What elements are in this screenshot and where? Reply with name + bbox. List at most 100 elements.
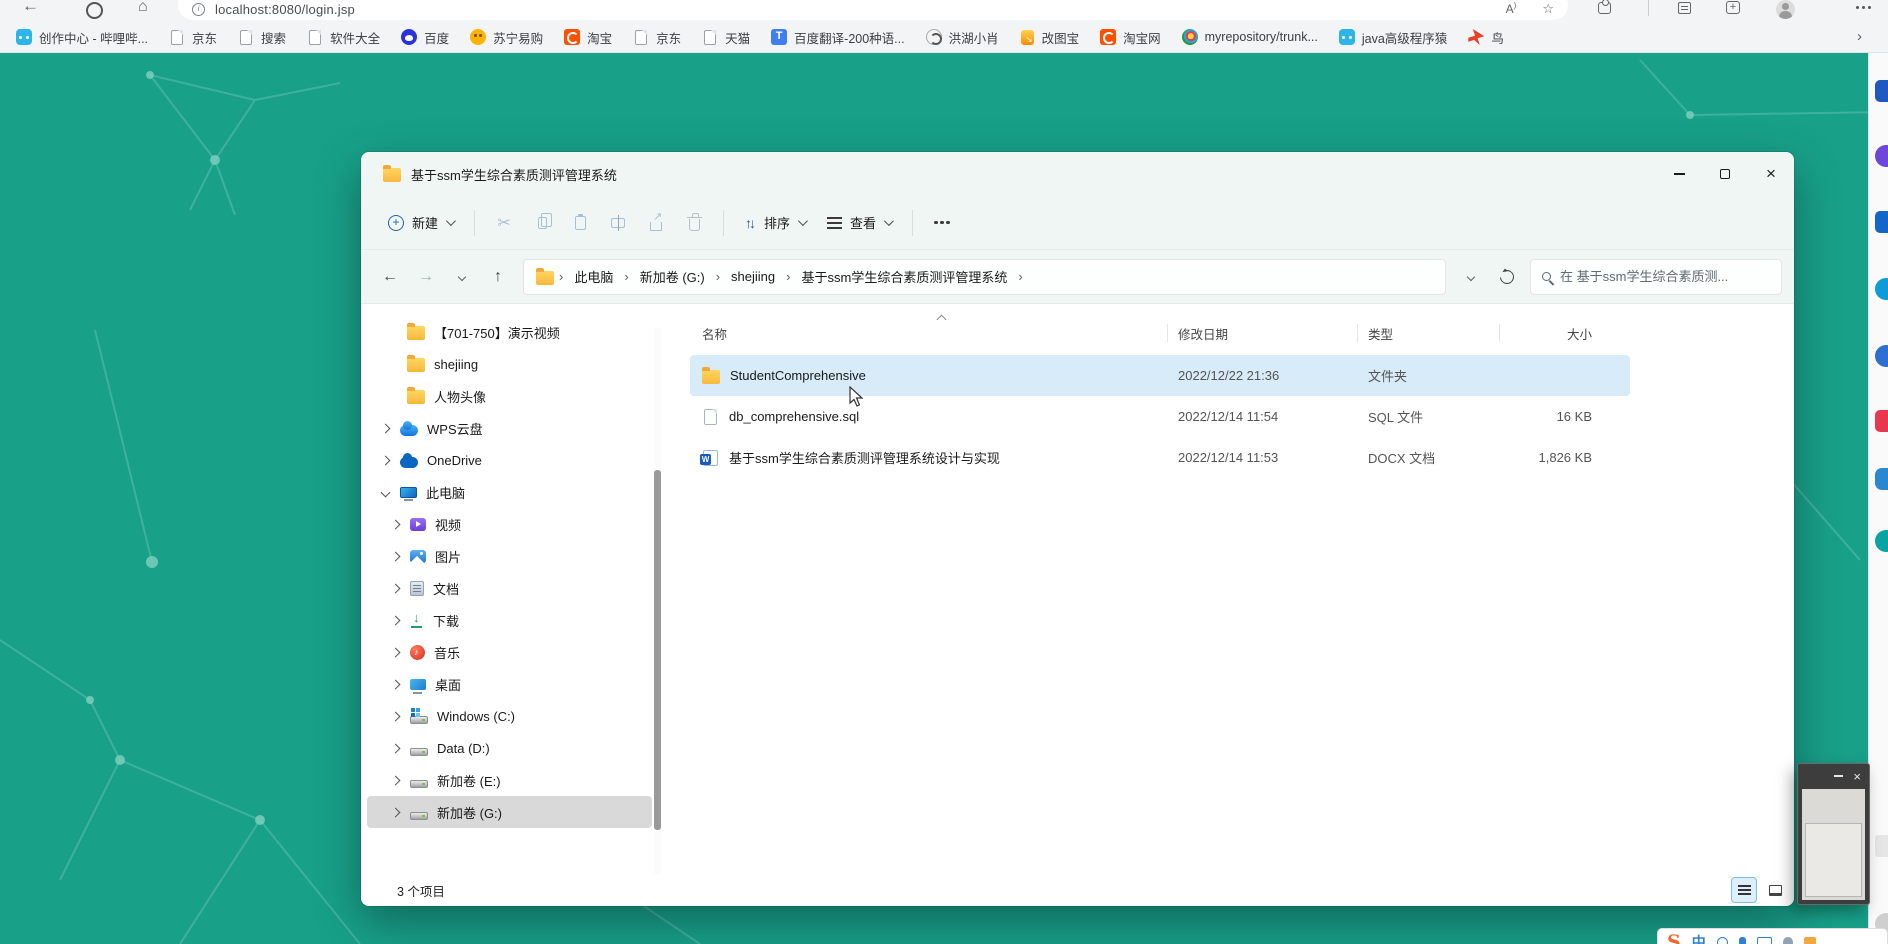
- breadcrumb-chevron[interactable]: ›: [1016, 269, 1024, 284]
- sidebar-item[interactable]: 图片: [367, 540, 652, 572]
- profile-avatar[interactable]: [1776, 0, 1795, 19]
- scrollbar-thumb[interactable]: [654, 470, 661, 830]
- sidebar-item[interactable]: Windows (C:): [367, 700, 652, 732]
- nav-history-chevron[interactable]: [445, 261, 479, 293]
- bookmark-item[interactable]: 洪湖小肖: [925, 28, 999, 47]
- breadcrumb-item[interactable]: 此电脑: [568, 263, 619, 290]
- browser-home-icon[interactable]: ⌂: [138, 0, 148, 16]
- expand-chevron-icon[interactable]: [379, 457, 391, 464]
- details-view-button[interactable]: [1731, 877, 1757, 903]
- ime-mic-icon[interactable]: [1738, 937, 1746, 944]
- side-rail-app-icon[interactable]: [1875, 410, 1888, 432]
- view-button[interactable]: 查看: [816, 205, 902, 240]
- side-rail-app-icon[interactable]: [1875, 345, 1888, 367]
- side-rail-app-icon[interactable]: [1875, 468, 1888, 490]
- expand-chevron-icon[interactable]: [389, 649, 401, 656]
- bookmark-item[interactable]: 淘宝: [564, 28, 612, 47]
- column-header-type[interactable]: 类型: [1358, 316, 1500, 350]
- expand-chevron-icon[interactable]: [389, 681, 401, 688]
- cut-button[interactable]: ✂: [485, 205, 523, 241]
- side-rail-app-icon[interactable]: [1875, 80, 1888, 102]
- ime-lang-mode[interactable]: 中: [1692, 932, 1706, 944]
- sidebar-scrollbar[interactable]: [654, 328, 661, 888]
- bookmark-item[interactable]: 京东: [633, 28, 681, 47]
- more-options-button[interactable]: [923, 205, 961, 241]
- expand-chevron-icon[interactable]: [389, 713, 401, 720]
- bookmark-item[interactable]: 天猫: [702, 28, 750, 47]
- sidebar-item[interactable]: 新加卷 (G:): [367, 796, 652, 828]
- minimize-button[interactable]: [1656, 152, 1702, 196]
- favorite-star-icon[interactable]: ☆: [1542, 1, 1554, 17]
- ime-keyboard-icon[interactable]: [1756, 937, 1772, 944]
- browser-back-icon[interactable]: ←: [22, 0, 39, 16]
- rename-button[interactable]: [599, 205, 637, 241]
- sidebar-item[interactable]: OneDrive: [367, 444, 652, 476]
- expand-chevron-icon[interactable]: [389, 521, 401, 528]
- nav-up-button[interactable]: ↑: [481, 261, 515, 293]
- sidebar-item[interactable]: 新加卷 (E:): [367, 764, 652, 796]
- sidebar-item[interactable]: 此电脑: [367, 476, 652, 508]
- ime-emoji-icon[interactable]: [1716, 936, 1728, 944]
- bookmarks-overflow-chevron[interactable]: ›: [1857, 28, 1862, 45]
- sidebar-item[interactable]: 人物头像: [367, 380, 652, 412]
- sidebar-item[interactable]: 文档: [367, 572, 652, 604]
- nav-forward-button[interactable]: →: [409, 261, 443, 293]
- breadcrumb-item[interactable]: shejiing: [725, 265, 781, 288]
- sidebar-item[interactable]: Data (D:): [367, 732, 652, 764]
- site-info-icon[interactable]: i: [192, 2, 205, 16]
- side-rail-app-icon[interactable]: [1875, 530, 1888, 552]
- paste-button[interactable]: [561, 205, 599, 241]
- address-dropdown-button[interactable]: [1454, 261, 1488, 293]
- column-header-size[interactable]: 大小: [1500, 316, 1600, 350]
- delete-button[interactable]: [675, 205, 713, 241]
- column-header-date[interactable]: 修改日期: [1168, 316, 1358, 350]
- side-rail-app-icon[interactable]: [1875, 278, 1888, 300]
- breadcrumb-item[interactable]: 基于ssm学生综合素质测评管理系统: [795, 263, 1013, 290]
- breadcrumb[interactable]: › 此电脑 › 新加卷 (G:) › shejiing › 基于ssm学生综合素…: [523, 258, 1446, 295]
- sidebar-item[interactable]: 【701-750】演示视频: [367, 316, 652, 348]
- bookmark-item[interactable]: 京东: [169, 28, 217, 47]
- expand-chevron-icon[interactable]: [389, 585, 401, 592]
- breadcrumb-item[interactable]: 新加卷 (G:): [634, 263, 711, 290]
- side-rail-app-icon[interactable]: [1875, 835, 1888, 857]
- bookmark-item[interactable]: 百度翻译-200种语...: [771, 28, 905, 47]
- browser-refresh-icon[interactable]: [86, 2, 103, 19]
- extensions-icon[interactable]: [1598, 0, 1611, 14]
- expand-chevron-icon[interactable]: [389, 617, 401, 624]
- search-input[interactable]: [1560, 269, 1760, 284]
- bookmark-item[interactable]: 苏宁易购: [470, 28, 543, 47]
- sidebar-item[interactable]: 音乐: [367, 636, 652, 668]
- file-row[interactable]: StudentComprehensive 2022/12/22 21:36 文件…: [690, 355, 1630, 396]
- address-bar[interactable]: i localhost:8080/login.jsp A) ☆: [178, 0, 1568, 20]
- bookmark-item[interactable]: 鸟: [1468, 28, 1504, 47]
- file-row[interactable]: db_comprehensive.sql 2022/12/14 11:54 SQ…: [690, 396, 1630, 437]
- expand-chevron-icon[interactable]: [379, 489, 391, 496]
- bookmark-item[interactable]: java高级程序猿: [1338, 28, 1447, 47]
- side-rail-app-icon[interactable]: [1875, 145, 1888, 167]
- mini-minimize-icon[interactable]: [1834, 775, 1844, 777]
- sidebar-item[interactable]: 下载: [367, 604, 652, 636]
- maximize-button[interactable]: [1702, 152, 1748, 196]
- expand-chevron-icon[interactable]: [389, 553, 401, 560]
- sidebar-item[interactable]: 视频: [367, 508, 652, 540]
- side-rail-app-icon[interactable]: [1875, 211, 1888, 233]
- sort-button[interactable]: ↑↓ 排序: [734, 205, 816, 240]
- url-text[interactable]: localhost:8080/login.jsp: [215, 2, 355, 17]
- refresh-button[interactable]: [1490, 261, 1524, 293]
- sidebar-item[interactable]: shejiing: [367, 348, 652, 380]
- collections-icon[interactable]: [1678, 2, 1691, 14]
- expand-chevron-icon[interactable]: [379, 425, 391, 432]
- expand-chevron-icon[interactable]: [389, 777, 401, 784]
- bookmark-item[interactable]: 百度: [401, 28, 449, 47]
- close-button[interactable]: ×: [1748, 152, 1794, 196]
- mini-overlay-window[interactable]: ×: [1797, 763, 1870, 905]
- nav-back-button[interactable]: ←: [373, 261, 407, 293]
- expand-chevron-icon[interactable]: [389, 745, 401, 752]
- share-button[interactable]: [637, 205, 675, 241]
- bookmark-item[interactable]: 软件大全: [307, 28, 380, 47]
- sidebar-item[interactable]: 桌面: [367, 668, 652, 700]
- expand-chevron-icon[interactable]: [389, 809, 401, 816]
- large-icons-view-button[interactable]: [1762, 877, 1788, 903]
- read-aloud-icon[interactable]: A): [1506, 1, 1517, 17]
- sidebar-item[interactable]: WPS云盘: [367, 412, 652, 444]
